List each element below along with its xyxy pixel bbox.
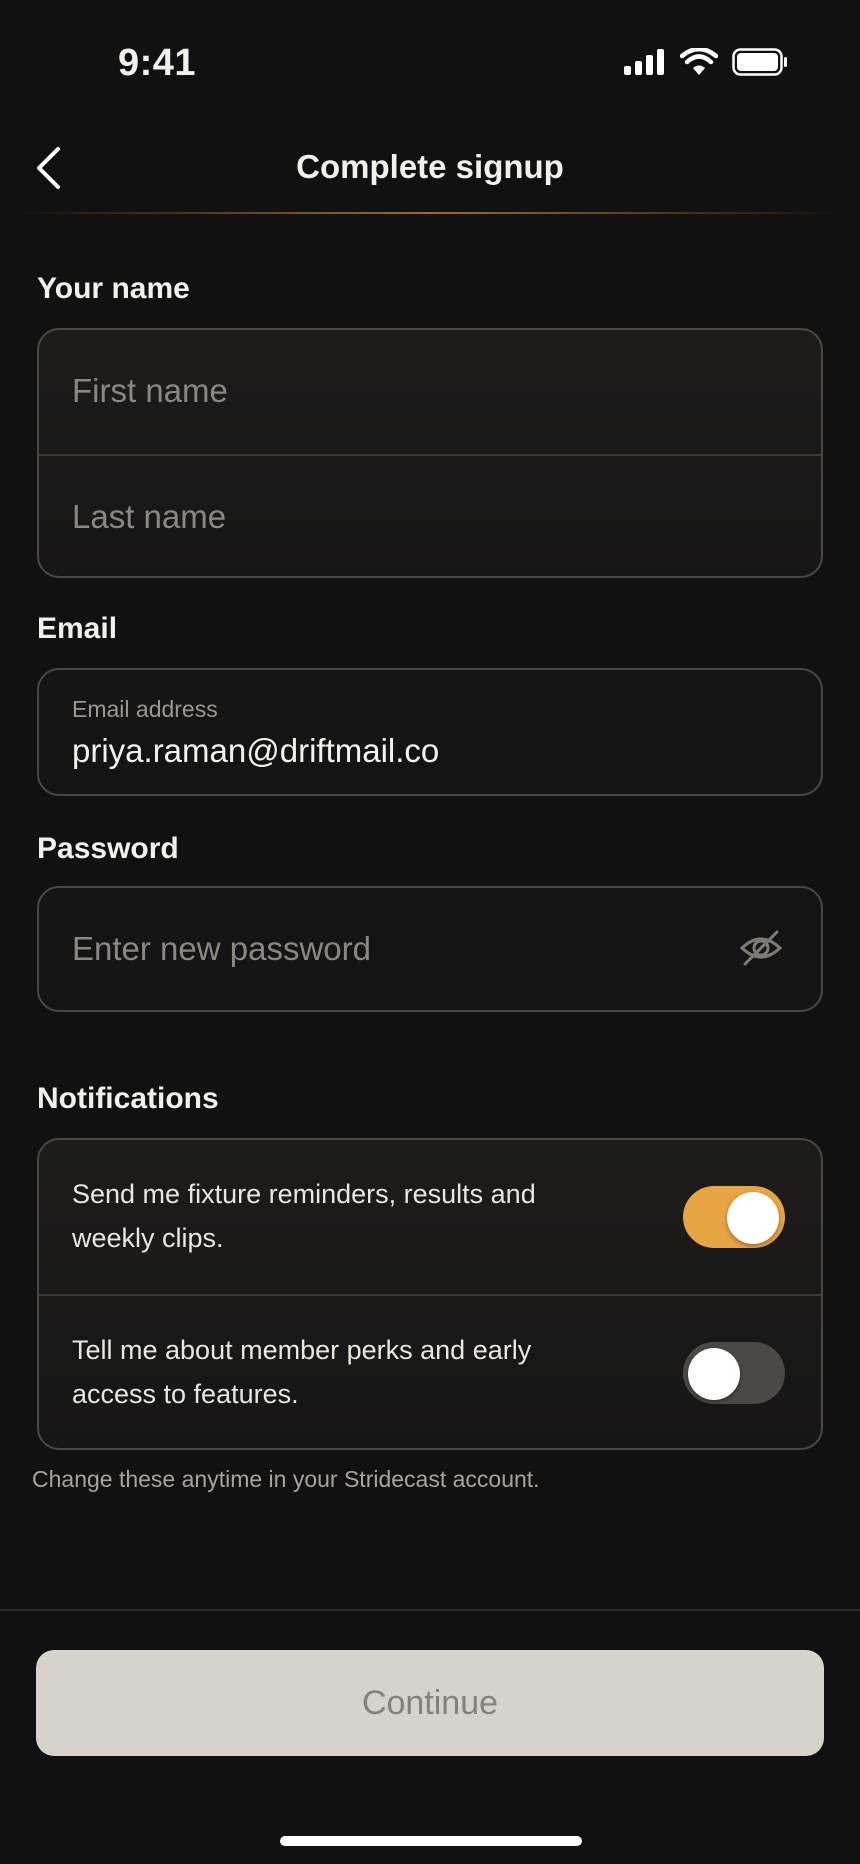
last-name-placeholder: Last name — [72, 498, 227, 535]
status-bar: 9:41 — [0, 0, 860, 120]
password-section-label: Password — [37, 832, 179, 865]
fixtures-toggle[interactable] — [683, 1186, 785, 1248]
eye-off-icon — [739, 930, 783, 966]
name-fields-group: First name Last name — [37, 328, 823, 578]
notification-row-fixtures: Send me fixture reminders, results and w… — [39, 1140, 821, 1294]
notifications-helper-text: Change these anytime in your Stridecast … — [32, 1466, 540, 1492]
continue-button[interactable]: Continue — [36, 1650, 824, 1756]
navigation-bar: Complete signup — [0, 120, 860, 216]
email-value: priya.raman@driftmail.co — [72, 732, 440, 769]
home-indicator — [280, 1836, 582, 1846]
first-name-field[interactable]: First name — [39, 330, 821, 454]
cellular-signal-icon — [624, 49, 664, 75]
password-visibility-toggle[interactable] — [739, 928, 783, 968]
toggle-knob — [688, 1348, 740, 1400]
notification-text-perks: Tell me about member perks and early acc… — [72, 1335, 532, 1409]
first-name-placeholder: First name — [72, 372, 228, 409]
password-placeholder: Enter new password — [72, 930, 371, 967]
email-caption: Email address — [72, 696, 218, 722]
perks-toggle[interactable] — [683, 1342, 785, 1404]
last-name-field[interactable]: Last name — [39, 454, 821, 576]
status-icons — [624, 48, 788, 76]
nav-divider — [18, 212, 842, 214]
footer-divider — [0, 1609, 860, 1611]
email-field[interactable]: Email address priya.raman@driftmail.co — [37, 668, 823, 796]
toggle-knob — [727, 1192, 779, 1244]
page-title: Complete signup — [296, 148, 564, 185]
wifi-icon — [680, 48, 718, 75]
notification-text-fixtures: Send me fixture reminders, results and w… — [72, 1179, 536, 1253]
notifications-group: Send me fixture reminders, results and w… — [37, 1138, 823, 1450]
name-section-label: Your name — [37, 272, 190, 305]
status-time: 9:41 — [118, 42, 197, 84]
password-field[interactable]: Enter new password — [37, 886, 823, 1012]
email-section-label: Email — [37, 612, 118, 645]
battery-icon — [732, 48, 787, 76]
notification-row-perks: Tell me about member perks and early acc… — [39, 1294, 821, 1448]
notifications-section-label: Notifications — [37, 1082, 219, 1115]
